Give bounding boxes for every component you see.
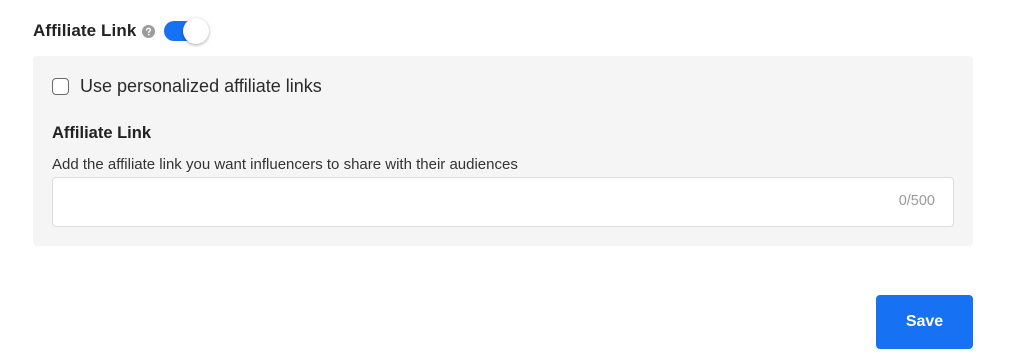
affiliate-link-input[interactable]: 0/500 bbox=[52, 177, 954, 227]
field-description: Add the affiliate link you want influenc… bbox=[52, 156, 518, 173]
question-circle-icon[interactable] bbox=[142, 24, 156, 38]
affiliate-link-settings: Affiliate Link Use personalized affiliat… bbox=[0, 0, 1009, 357]
affiliate-link-toggle[interactable] bbox=[164, 18, 210, 44]
personalized-links-checkbox[interactable] bbox=[52, 77, 69, 95]
section-title: Affiliate Link bbox=[33, 21, 137, 40]
save-button[interactable]: Save bbox=[876, 295, 973, 349]
personalized-links-option[interactable]: Use personalized affiliate links bbox=[52, 74, 322, 98]
character-counter: 0/500 bbox=[898, 193, 935, 209]
affiliate-link-header: Affiliate Link bbox=[33, 16, 210, 46]
field-title: Affiliate Link bbox=[52, 124, 152, 142]
toggle-knob bbox=[183, 18, 210, 44]
checkbox-label: Use personalized affiliate links bbox=[80, 75, 322, 96]
affiliate-link-panel: Use personalized affiliate links Affilia… bbox=[33, 56, 973, 246]
